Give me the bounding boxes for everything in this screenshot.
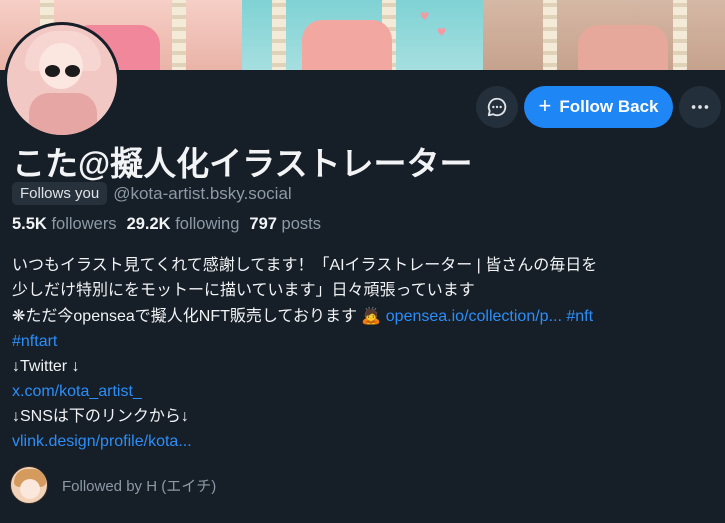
display-name: こた@擬人化イラストレーター: [12, 145, 473, 182]
profile-avatar[interactable]: [4, 22, 120, 138]
more-dots-icon: [691, 105, 709, 109]
banner-panel-3: [483, 0, 725, 70]
following-stat[interactable]: 29.2K following: [127, 215, 240, 234]
followed-by-text: Followed by H (エイチ): [62, 477, 217, 495]
follower-avatar[interactable]: [10, 466, 48, 504]
posts-label: posts: [281, 215, 321, 233]
message-button[interactable]: [476, 86, 518, 128]
bio-text: ❋ただ今openseaで擬人化NFT販売しております: [12, 308, 357, 325]
sunglasses-icon: [45, 65, 60, 77]
bio-line: 少しだけ特別にをモットーに描いています」日々頑張っています: [12, 282, 475, 299]
bio-line: #nftart: [12, 329, 717, 354]
posts-stat: 797 posts: [249, 215, 321, 234]
sunglasses-icon: [65, 65, 80, 77]
posts-count: 797: [249, 215, 277, 233]
twitter-link[interactable]: x.com/kota_artist_: [12, 383, 142, 400]
following-count: 29.2K: [126, 215, 171, 233]
bowing-emoji-icon: 🙇: [361, 306, 382, 325]
opensea-link[interactable]: opensea.io/collection/p...: [386, 308, 562, 325]
follow-back-button[interactable]: + Follow Back: [524, 86, 673, 128]
avatar-body: [29, 93, 97, 135]
bio-line: vlink.design/profile/kota...: [12, 429, 717, 454]
more-options-button[interactable]: [679, 86, 721, 128]
bio-line: ↓Twitter ↓: [12, 358, 80, 375]
followers-label: followers: [51, 215, 117, 233]
chat-bubble-icon: [487, 97, 507, 117]
avatar-face: [20, 479, 40, 499]
braid-decoration: [673, 0, 688, 70]
profile-handle: @kota-artist.bsky.social: [113, 183, 292, 203]
follow-back-label: Follow Back: [559, 97, 659, 116]
handle-row: Follows you @kota-artist.bsky.social: [12, 182, 292, 205]
plus-icon: +: [538, 93, 552, 118]
vlink-link[interactable]: vlink.design/profile/kota...: [12, 433, 192, 450]
bio-line: ❋ただ今openseaで擬人化NFT販売しております 🙇 opensea.io/…: [12, 303, 717, 329]
bio-line: いつもイラスト見てくれて感謝してます！「AIイラストレーター | 皆さんの毎日を: [12, 257, 598, 274]
profile-stats: 5.5K followers 29.2K following 797 posts: [12, 215, 321, 234]
followers-stat[interactable]: 5.5K followers: [12, 215, 117, 234]
heart-icon: ♥: [419, 10, 430, 23]
profile-bio: いつもイラスト見てくれて感謝してます！「AIイラストレーター | 皆さんの毎日を…: [12, 253, 717, 454]
bio-line: x.com/kota_artist_: [12, 379, 717, 404]
heart-icon: ♥: [436, 26, 447, 39]
dress-decoration: [578, 25, 669, 70]
bio-line: ↓SNSは下のリンクから↓: [12, 408, 189, 425]
follows-you-badge: Follows you: [12, 182, 108, 205]
braid-decoration: [172, 0, 186, 70]
banner-panel-2: ♥ ♥: [241, 0, 484, 70]
hashtag-nft-link[interactable]: #nft: [566, 308, 593, 325]
dress-decoration: [301, 20, 392, 70]
braid-decoration: [271, 0, 286, 70]
braid-decoration: [543, 0, 558, 70]
following-label: following: [175, 215, 240, 233]
hashtag-nftart-link[interactable]: #nftart: [12, 333, 57, 350]
followers-count: 5.5K: [12, 215, 47, 233]
followed-by-row[interactable]: Followed by H (エイチ): [10, 466, 216, 504]
